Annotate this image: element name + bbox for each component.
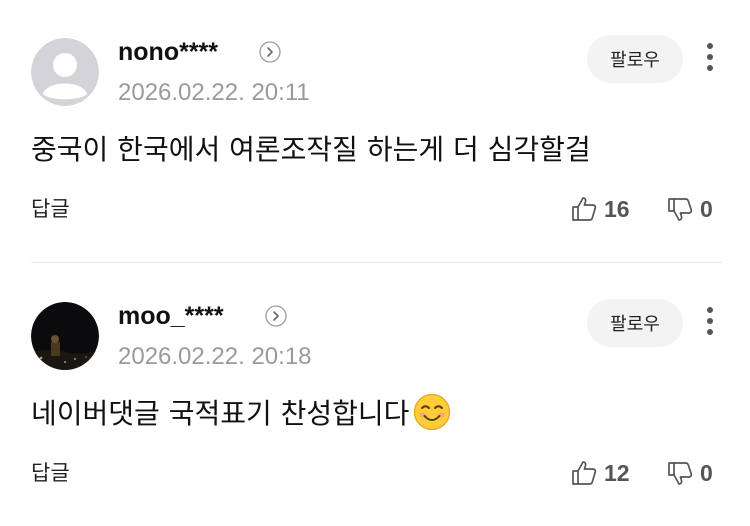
timestamp: 2026.02.22. 20:11 bbox=[118, 79, 310, 106]
thumbs-up-icon bbox=[572, 461, 597, 485]
username[interactable]: nono**** bbox=[118, 36, 218, 68]
comment-text: 중국이 한국에서 여론조작질 하는게 더 심각할걸 bbox=[31, 133, 591, 166]
default-person-icon bbox=[31, 38, 99, 106]
more-vertical-icon bbox=[707, 43, 713, 71]
smiling-face-icon bbox=[413, 393, 451, 431]
username[interactable]: moo_**** bbox=[118, 300, 224, 332]
comment-text: 네이버댓글 국적표기 찬성합니다 bbox=[31, 393, 451, 434]
comment-text-content: 네이버댓글 국적표기 찬성합니다 bbox=[31, 397, 410, 430]
thumbs-down-icon bbox=[668, 462, 693, 485]
like-button[interactable]: 16 bbox=[570, 193, 630, 225]
dislike-button[interactable]: 0 bbox=[666, 457, 713, 489]
follow-button[interactable]: 팔로우 bbox=[587, 299, 683, 347]
chevron-right-icon bbox=[265, 305, 287, 327]
reply-button[interactable]: 답글 bbox=[31, 194, 70, 224]
comment-divider bbox=[31, 262, 722, 263]
dislike-count: 0 bbox=[700, 459, 713, 486]
more-options-button[interactable] bbox=[698, 302, 722, 342]
comment-item: nono**** 2026.02.22. 20:11 팔로우 중국이 한국에서 … bbox=[0, 0, 750, 263]
like-button[interactable]: 12 bbox=[570, 457, 630, 489]
more-options-button[interactable] bbox=[698, 38, 722, 78]
thumbs-down-icon bbox=[668, 198, 693, 221]
dislike-count: 0 bbox=[700, 195, 713, 222]
like-count: 16 bbox=[604, 195, 630, 222]
comment-item: moo_**** 2026.02.22. 20:18 팔로우 네이버댓글 국적표… bbox=[0, 264, 750, 526]
avatar[interactable] bbox=[31, 302, 99, 370]
timestamp: 2026.02.22. 20:18 bbox=[118, 343, 312, 370]
dislike-button[interactable]: 0 bbox=[666, 193, 713, 225]
reply-button[interactable]: 답글 bbox=[31, 458, 70, 488]
like-count: 12 bbox=[604, 459, 630, 486]
profile-arrow-button[interactable] bbox=[259, 41, 281, 63]
chevron-right-icon bbox=[259, 41, 281, 63]
night-photo-avatar bbox=[31, 302, 99, 370]
profile-arrow-button[interactable] bbox=[265, 305, 287, 327]
thumbs-up-icon bbox=[572, 197, 597, 221]
avatar[interactable] bbox=[31, 38, 99, 106]
more-vertical-icon bbox=[707, 307, 713, 335]
follow-button[interactable]: 팔로우 bbox=[587, 35, 683, 83]
